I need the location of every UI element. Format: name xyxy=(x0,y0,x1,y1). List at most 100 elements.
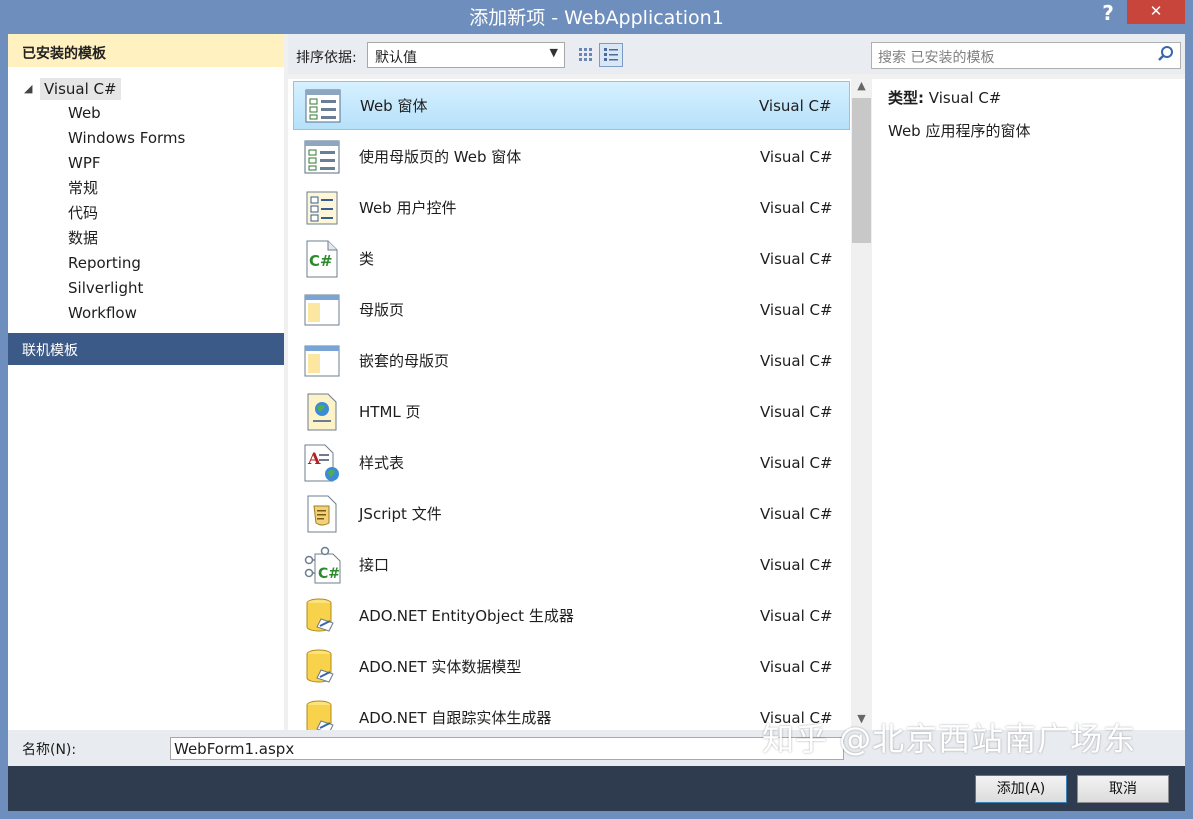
interface-icon: C# xyxy=(303,546,341,584)
template-item-class[interactable]: C# 类 Visual C# xyxy=(293,234,850,283)
template-name: Web 用户控件 xyxy=(359,199,457,217)
template-item-web-form-master[interactable]: 使用母版页的 Web 窗体 Visual C# xyxy=(293,132,850,181)
search-placeholder: 搜索 已安装的模板 xyxy=(878,50,995,66)
small-icons-view-icon xyxy=(579,48,592,61)
template-list-scrollbar[interactable]: ▲ ▼ xyxy=(851,79,872,730)
svg-text:C#: C# xyxy=(318,566,340,582)
template-name: Web 窗体 xyxy=(360,97,428,115)
svg-text:C#: C# xyxy=(309,252,333,270)
tree-item-reporting[interactable]: Reporting xyxy=(8,251,284,276)
template-language: Visual C# xyxy=(760,657,833,676)
template-item-entity-data-model[interactable]: ADO.NET 实体数据模型 Visual C# xyxy=(293,642,850,691)
tree-root-visual-csharp[interactable]: ◢ Visual C# xyxy=(8,76,284,101)
master-page-icon xyxy=(303,291,341,329)
template-description: Web 应用程序的窗体 xyxy=(888,122,1031,140)
template-name: 样式表 xyxy=(359,454,405,472)
template-item-stylesheet[interactable]: A 样式表 Visual C# xyxy=(293,438,850,487)
database-icon xyxy=(303,699,341,730)
title-bar: 添加新项 - WebApplication1 ? ✕ xyxy=(0,0,1193,34)
template-language: Visual C# xyxy=(760,708,833,727)
template-name: ADO.NET EntityObject 生成器 xyxy=(359,607,574,625)
sort-value: 默认值 xyxy=(375,50,417,66)
database-icon xyxy=(303,648,341,686)
tree-item-wpf[interactable]: WPF xyxy=(8,151,284,176)
jscript-file-icon xyxy=(303,495,341,533)
template-item-interface[interactable]: C# 接口 Visual C# xyxy=(293,540,850,589)
expand-arrow-icon[interactable]: ◢ xyxy=(24,82,40,95)
template-name: ADO.NET 自跟踪实体生成器 xyxy=(359,709,552,727)
tree-item-silverlight[interactable]: Silverlight xyxy=(8,276,284,301)
template-language: Visual C# xyxy=(760,453,833,472)
template-item-master-page[interactable]: 母版页 Visual C# xyxy=(293,285,850,334)
webform-icon xyxy=(303,138,341,176)
toolbar: 排序依据: 默认值 ▼ 搜索 已安装的模板 xyxy=(288,34,1185,74)
user-control-icon xyxy=(303,189,341,227)
tree-item-windows-forms[interactable]: Windows Forms xyxy=(8,126,284,151)
chevron-down-icon: ▼ xyxy=(549,46,558,59)
sort-dropdown[interactable]: 默认值 ▼ xyxy=(367,42,565,68)
webform-icon xyxy=(304,87,342,125)
template-item-jscript-file[interactable]: JScript 文件 Visual C# xyxy=(293,489,850,538)
tree-item-workflow[interactable]: Workflow xyxy=(8,301,284,326)
class-icon: C# xyxy=(303,240,341,278)
close-button[interactable]: ✕ xyxy=(1127,0,1185,24)
template-item-nested-master-page[interactable]: 嵌套的母版页 Visual C# xyxy=(293,336,850,385)
dialog-client: 已安装的模板 ◢ Visual C# Web Windows Forms WPF… xyxy=(8,34,1185,811)
template-item-html-page[interactable]: HTML 页 Visual C# xyxy=(293,387,850,436)
help-button[interactable]: ? xyxy=(1097,1,1119,27)
template-details-panel: 类型: Visual C# Web 应用程序的窗体 xyxy=(872,79,1185,730)
dialog-footer: 添加(A) 取消 xyxy=(8,766,1185,811)
category-tree: ◢ Visual C# Web Windows Forms WPF 常规 代码 … xyxy=(8,67,284,326)
template-language: Visual C# xyxy=(760,606,833,625)
database-icon xyxy=(303,597,341,635)
template-list: Web 窗体 Visual C# 使用母版页的 Web 窗体 Visual C#… xyxy=(288,79,851,730)
search-icon[interactable] xyxy=(1156,44,1176,68)
name-label: 名称(N): xyxy=(22,742,77,758)
template-language: Visual C# xyxy=(760,249,833,268)
template-name: 使用母版页的 Web 窗体 xyxy=(359,148,522,166)
type-label: 类型: xyxy=(888,89,924,107)
details-view-button[interactable] xyxy=(599,43,623,67)
online-templates-item[interactable]: 联机模板 xyxy=(8,333,284,365)
template-language: Visual C# xyxy=(760,504,833,523)
tree-item-web[interactable]: Web xyxy=(8,101,284,126)
template-categories-panel: 已安装的模板 ◢ Visual C# Web Windows Forms WPF… xyxy=(8,34,284,730)
template-item-web-user-control[interactable]: Web 用户控件 Visual C# xyxy=(293,183,850,232)
file-name-input[interactable]: WebForm1.aspx xyxy=(170,737,844,760)
template-language: Visual C# xyxy=(760,147,833,166)
type-value: Visual C# xyxy=(928,89,1002,107)
tree-item-general[interactable]: 常规 xyxy=(8,176,284,201)
template-name: 母版页 xyxy=(359,301,405,319)
cancel-button[interactable]: 取消 xyxy=(1077,775,1169,803)
tree-item-data[interactable]: 数据 xyxy=(8,226,284,251)
template-name: HTML 页 xyxy=(359,403,421,421)
template-name: 嵌套的母版页 xyxy=(359,352,450,370)
template-language: Visual C# xyxy=(760,351,833,370)
add-button[interactable]: 添加(A) xyxy=(975,775,1067,803)
template-name: 接口 xyxy=(359,556,390,574)
tree-root-label[interactable]: Visual C# xyxy=(40,77,121,100)
master-page-icon xyxy=(303,342,341,380)
template-language: Visual C# xyxy=(760,198,833,217)
stylesheet-icon: A xyxy=(303,444,341,482)
template-search-input[interactable]: 搜索 已安装的模板 xyxy=(871,42,1181,69)
template-name: JScript 文件 xyxy=(359,505,442,523)
scroll-up-icon[interactable]: ▲ xyxy=(851,79,872,97)
template-item-web-form[interactable]: Web 窗体 Visual C# xyxy=(293,81,850,130)
installed-templates-header: 已安装的模板 xyxy=(8,34,284,67)
scrollbar-thumb[interactable] xyxy=(852,98,871,243)
scroll-down-icon[interactable]: ▼ xyxy=(851,712,872,730)
window-title: 添加新项 - WebApplication1 xyxy=(469,7,724,29)
template-language: Visual C# xyxy=(760,555,833,574)
tree-item-code[interactable]: 代码 xyxy=(8,201,284,226)
sort-label: 排序依据: xyxy=(296,50,357,66)
name-row: 名称(N): WebForm1.aspx xyxy=(8,730,1185,766)
template-item-entityobject-generator[interactable]: ADO.NET EntityObject 生成器 Visual C# xyxy=(293,591,850,640)
html-page-icon xyxy=(303,393,341,431)
template-name: ADO.NET 实体数据模型 xyxy=(359,658,522,676)
type-row: 类型: Visual C# xyxy=(888,87,1185,108)
small-icons-view-button[interactable] xyxy=(574,43,598,67)
svg-text:A: A xyxy=(307,449,321,468)
template-item-self-tracking-entity-generator[interactable]: ADO.NET 自跟踪实体生成器 Visual C# xyxy=(293,693,850,730)
template-language: Visual C# xyxy=(760,300,833,319)
